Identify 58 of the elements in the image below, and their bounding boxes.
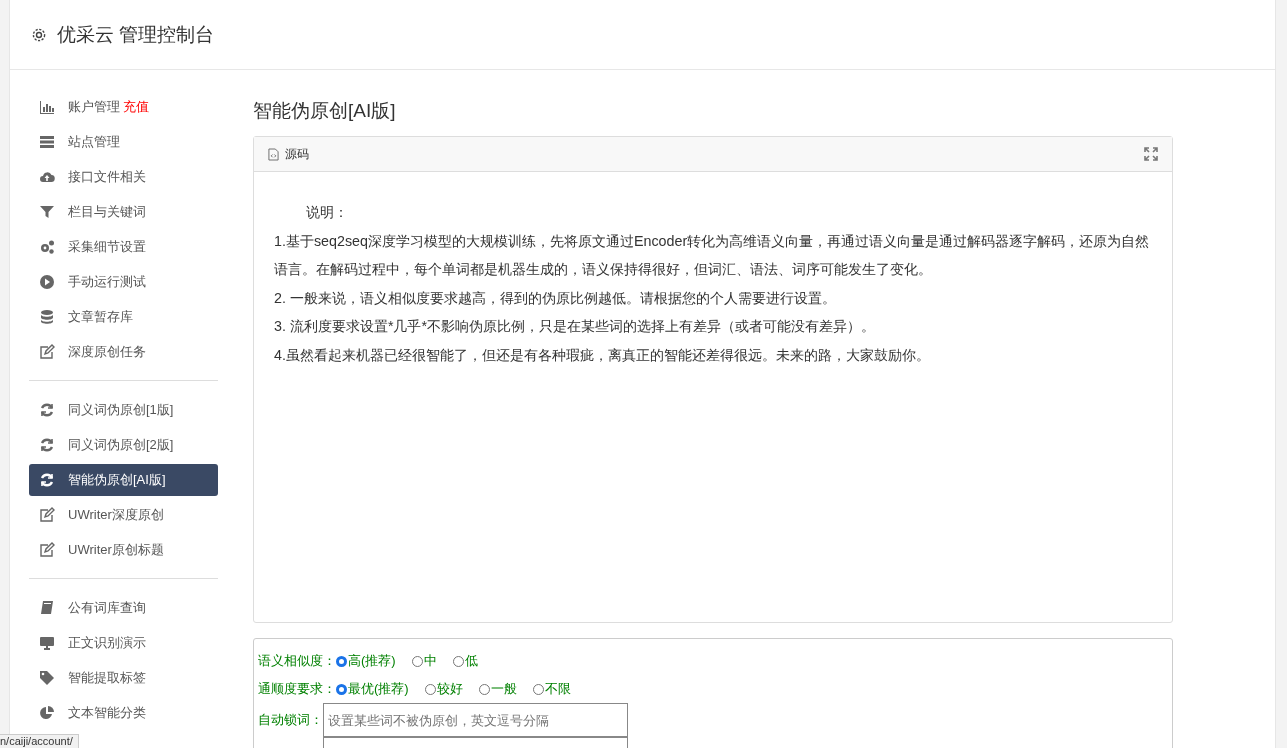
page-title: 智能伪原创[AI版] [253,99,397,123]
filter-icon [39,204,55,220]
sidebar-item[interactable]: 同义词伪原创[1版] [29,394,218,426]
editor-text: 2. 一般来说，语义相似度要求越高，得到的伪原比例越低。请根据您的个人需要进行设置。 [274,288,837,308]
cloud-upload-icon [39,169,55,185]
edit-icon [39,542,55,558]
sidebar-item[interactable]: 文章暂存库 [29,301,218,333]
sidebar-item[interactable]: 智能提取标签 [29,662,218,694]
option-label: 语义相似度： [258,652,336,670]
sidebar-item[interactable]: 公有词库查询 [29,592,218,624]
refresh-icon [39,472,55,488]
sidebar-item[interactable]: 栏目与关键词 [29,196,218,228]
bar-chart-icon [39,99,55,115]
play-icon [39,274,55,290]
sidebar-item[interactable]: 正文识别演示 [29,627,218,659]
option-label: 自动锁词： [258,711,323,729]
console-title: 优采云 管理控制台 [57,22,215,47]
monitor-icon [39,635,55,651]
sidebar-item[interactable]: UWriter深度原创 [29,499,218,531]
lock-words-field[interactable]: 设置某些词不被伪原创，英文逗号分隔 [323,703,628,737]
sidebar-item[interactable]: 账户管理 充值 [29,91,218,123]
url-tooltip: n/caiji/account/ [0,734,79,748]
radio-option[interactable]: 一般 [478,680,517,698]
radio-option[interactable]: 不限 [532,680,571,698]
sidebar-item[interactable]: 深度原创任务 [29,336,218,368]
option-label: 通顺度要求： [258,680,336,698]
sidebar-item[interactable]: 手动运行测试 [29,266,218,298]
sidebar-item[interactable]: 站点管理 [29,126,218,158]
radio-option[interactable]: 高(推荐) [336,652,396,670]
editor-text: 4.虽然看起来机器已经很智能了，但还是有各种瑕疵，离真正的智能还差得很远。未来的路，大家鼓励你。 [274,345,931,365]
edit-icon [39,344,55,360]
book-icon [39,600,55,616]
refresh-icon [39,437,55,453]
editor-text: 说明： [305,203,349,222]
refresh-icon [39,402,55,418]
source-button[interactable]: 源码 [268,145,309,163]
pie-chart-icon [39,705,55,721]
radio-option[interactable]: 中 [411,652,437,670]
fullscreen-icon[interactable] [1144,147,1158,161]
settings-icon [31,26,47,43]
sidebar-item[interactable]: 同义词伪原创[2版] [29,429,218,461]
server-icon [39,134,55,150]
gears-icon [39,239,55,255]
sidebar-item[interactable]: UWriter原创标题 [29,534,218,566]
sidebar-item[interactable]: 智能伪原创[AI版] [29,464,218,496]
code-file-icon [268,147,279,161]
recharge-link[interactable]: 充值 [123,98,149,116]
radio-option[interactable]: 低 [452,652,478,670]
tag-icon [39,670,55,686]
sidebar-item[interactable]: 采集细节设置 [29,231,218,263]
radio-option[interactable]: 较好 [424,680,463,698]
editor-text: 1.基于seq2seq深度学习模型的大规模训练，先将原文通过Encoder转化为高维语义向量，再通过语义向量是通过解码器逐字解码，还原为自然语言。在解码过程中，每个单词都是机器生成的，语义保持得很好，但词汇、语法、词序可能发生了变化。 [274,231,1151,280]
sidebar-item[interactable]: 接口文件相关 [29,161,218,193]
radio-option[interactable]: 最优(推荐) [336,680,409,698]
database-icon [39,309,55,325]
edit-icon [39,507,55,523]
editor-text: 3. 流利度要求设置*几乎*不影响伪原比例，只是在某些词的选择上有差异（或者可能没有差异）。 [274,317,877,337]
sidebar-item[interactable]: 文本智能分类 [29,697,218,729]
